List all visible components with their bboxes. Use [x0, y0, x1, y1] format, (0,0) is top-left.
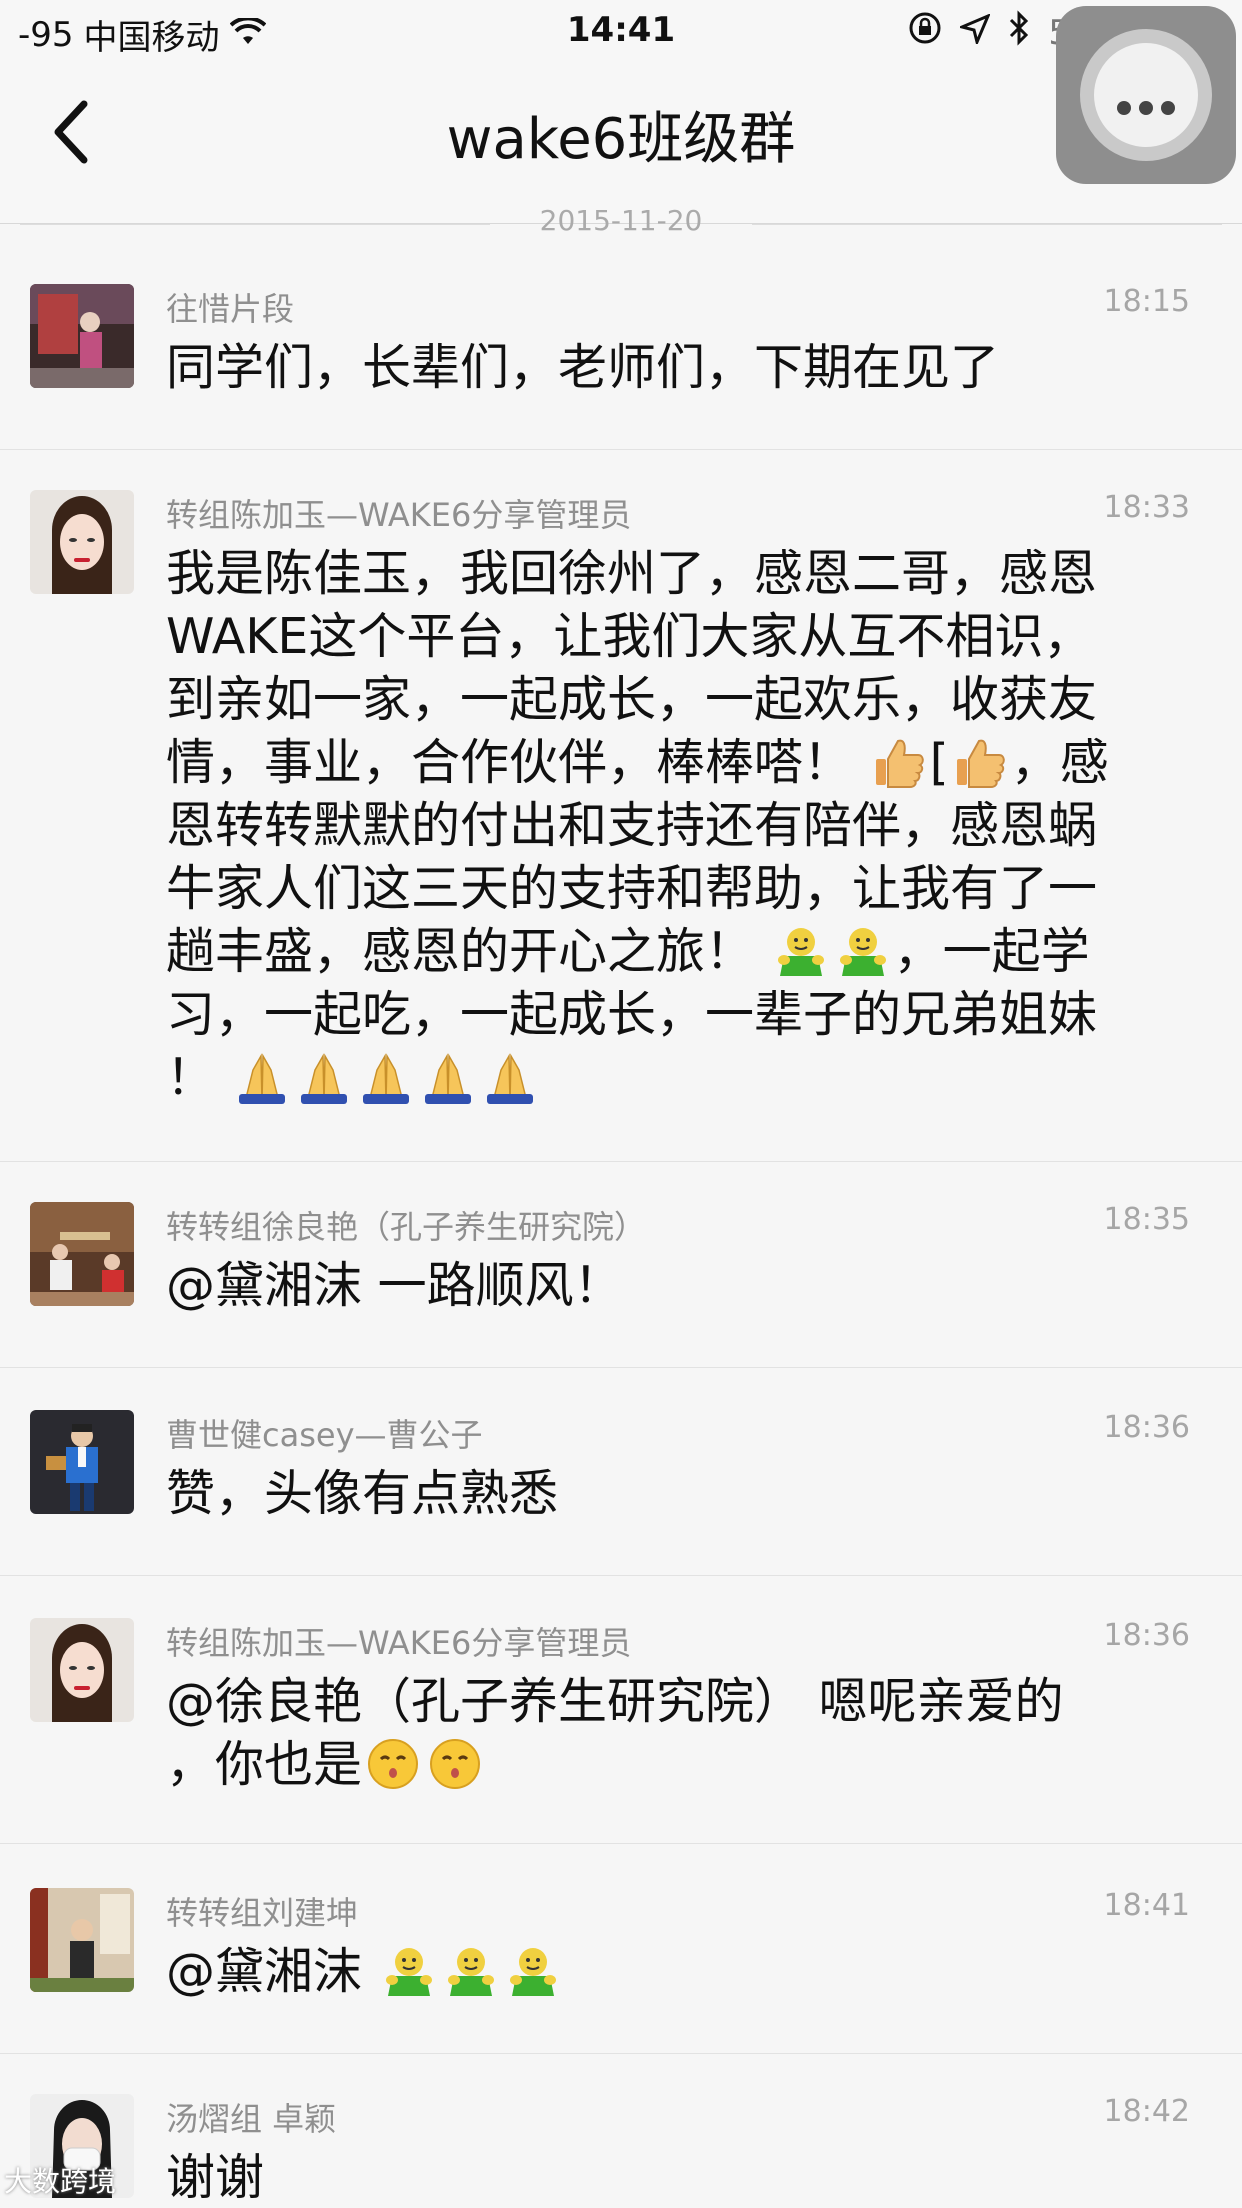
- message-text: 同学们，长辈们，老师们，下期在见了: [166, 339, 1000, 396]
- text-line: WAKE这个平台，让我们大家从互不相识，: [166, 608, 1093, 665]
- sender-name: 转组陈加玉—WAKE6分享管理员: [166, 1624, 632, 1662]
- praying-hands-emoji-icon: [483, 1050, 537, 1104]
- kissing-face-emoji-icon: [366, 1737, 420, 1791]
- message-time: 18:41: [1103, 1888, 1190, 1923]
- sender-name: 转转组徐良艳（孔子养生研究院）: [166, 1208, 647, 1246]
- date-divider: 2015-11-20: [0, 204, 1242, 244]
- message-time: 18:36: [1103, 1618, 1190, 1653]
- message-time: 18:42: [1103, 2094, 1190, 2129]
- message-time: 18:33: [1103, 490, 1190, 525]
- praying-hands-emoji-icon: [297, 1050, 351, 1104]
- text-segment: 情，事业，合作伙伴，棒棒嗒！: [166, 734, 853, 791]
- message-item[interactable]: 转转组刘建坤 18:41 @黛湘沫: [0, 1888, 1242, 2054]
- message-time: 18:36: [1103, 1410, 1190, 1445]
- message-text: 赞，头像有点熟悉: [166, 1465, 559, 1522]
- message-time: 18:15: [1103, 284, 1190, 319]
- message-item[interactable]: 转组陈加玉—WAKE6分享管理员 18:33 我是陈佳玉，我回徐州了，感恩二哥，…: [0, 490, 1242, 1162]
- praying-hands-emoji-icon: [421, 1050, 475, 1104]
- text-segment: ，感: [1010, 734, 1109, 791]
- message-item[interactable]: 转组陈加玉—WAKE6分享管理员 18:36 @徐良艳（孔子养生研究院） 嗯呢亲…: [0, 1618, 1242, 1844]
- rotation-lock-icon: [908, 11, 942, 54]
- sender-name: 往惜片段: [166, 290, 295, 328]
- text-line: 趟丰盛，感恩的开心之旅！ ，一起学: [166, 920, 1176, 983]
- kissing-face-emoji-icon: [428, 1737, 482, 1791]
- text-line: @徐良艳（孔子养生研究院） 嗯呢亲爱的: [166, 1673, 1064, 1730]
- thumbs-up-emoji-icon: [953, 735, 1007, 789]
- avatar[interactable]: [30, 284, 134, 388]
- hug-emoji-icon: [444, 1944, 498, 1998]
- text-line: 恩转转默默的付出和支持还有陪伴，感恩蜗: [166, 797, 1098, 854]
- praying-hands-emoji-icon: [235, 1050, 289, 1104]
- location-icon: [957, 12, 992, 53]
- message-time: 18:35: [1103, 1202, 1190, 1237]
- text-segment: [: [929, 734, 949, 791]
- assistive-touch-button[interactable]: [1056, 6, 1236, 184]
- sender-name: 曹世健casey—曹公子: [166, 1416, 483, 1454]
- message-item[interactable]: 转转组徐良艳（孔子养生研究院） 18:35 @黛湘沫 一路顺风！: [0, 1202, 1242, 1368]
- sender-name: 汤熠组 卓颖: [166, 2100, 337, 2138]
- message-text: 谢谢: [166, 2149, 265, 2206]
- hug-emoji-icon: [836, 924, 890, 978]
- text-segment: 趟丰盛，感恩的开心之旅！: [166, 923, 755, 980]
- text-segment: @黛湘沫: [166, 1943, 363, 2000]
- text-line: 牛家人们这三天的支持和帮助，让我有了一: [166, 860, 1098, 917]
- message-item[interactable]: 汤熠组 卓颖 18:42 谢谢: [0, 2094, 1242, 2208]
- watermark: 大数跨境: [4, 2165, 117, 2198]
- avatar[interactable]: [30, 490, 134, 594]
- text-line: 习，一起吃，一起成长，一辈子的兄弟姐妹: [166, 986, 1098, 1043]
- text-segment: ，你也是: [166, 1736, 363, 1793]
- text-line: ！: [166, 1046, 1176, 1109]
- message-item[interactable]: 曹世健casey—曹公子 18:36 赞，头像有点熟悉: [0, 1410, 1242, 1576]
- more-icon: [1094, 43, 1198, 147]
- text-line: ，你也是: [166, 1733, 1176, 1796]
- hug-emoji-icon: [506, 1944, 560, 1998]
- text-line: 到亲如一家，一起成长，一起欢乐，收获友: [166, 671, 1098, 728]
- avatar[interactable]: [30, 1410, 134, 1514]
- text-line: 情，事业，合作伙伴，棒棒嗒！ [ ，感: [166, 731, 1176, 794]
- bluetooth-icon: [1008, 10, 1030, 55]
- sender-name: 转转组刘建坤: [166, 1894, 359, 1932]
- avatar[interactable]: [30, 1202, 134, 1306]
- message-text: @黛湘沫 一路顺风！: [166, 1257, 623, 1314]
- thumbs-up-emoji-icon: [872, 735, 926, 789]
- message-text: @徐良艳（孔子养生研究院） 嗯呢亲爱的 ，你也是: [166, 1670, 1176, 1796]
- text-segment: ，一起学: [893, 923, 1090, 980]
- hug-emoji-icon: [774, 924, 828, 978]
- hug-emoji-icon: [382, 1944, 436, 1998]
- message-text: @黛湘沫: [166, 1940, 1176, 2003]
- text-segment: ！: [166, 1049, 216, 1106]
- praying-hands-emoji-icon: [359, 1050, 413, 1104]
- avatar[interactable]: [30, 1618, 134, 1722]
- message-text: 我是陈佳玉，我回徐州了，感恩二哥，感恩 WAKE这个平台，让我们大家从互不相识，…: [166, 542, 1176, 1109]
- text-line: 我是陈佳玉，我回徐州了，感恩二哥，感恩: [166, 545, 1098, 602]
- message-item[interactable]: 往惜片段 18:15 同学们，长辈们，老师们，下期在见了: [0, 284, 1242, 450]
- sender-name: 转组陈加玉—WAKE6分享管理员: [166, 496, 632, 534]
- avatar[interactable]: [30, 1888, 134, 1992]
- date-label: 2015-11-20: [539, 204, 703, 237]
